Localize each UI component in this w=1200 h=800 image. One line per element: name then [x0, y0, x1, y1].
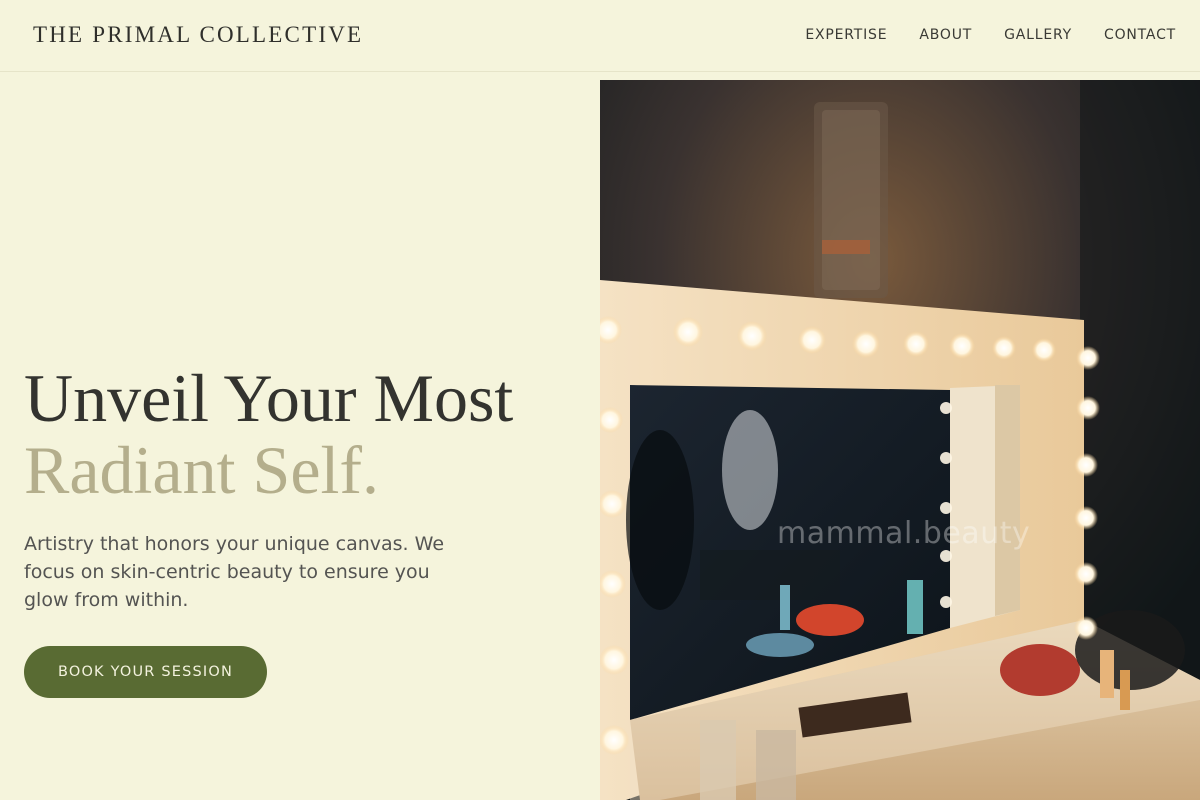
book-session-button[interactable]: BOOK YOUR SESSION [24, 646, 267, 698]
nav-contact[interactable]: CONTACT [1104, 27, 1176, 43]
nav-expertise[interactable]: EXPERTISE [805, 27, 887, 43]
nav-gallery[interactable]: GALLERY [1004, 27, 1072, 43]
hero-description: Artistry that honors your unique canvas.… [24, 533, 445, 611]
hero-photo: mammal.beauty [600, 80, 1200, 800]
brand-logo[interactable]: THE PRIMAL COLLECTIVE [33, 22, 363, 48]
photo-watermark: mammal.beauty [777, 516, 1031, 551]
site-header: THE PRIMAL COLLECTIVE EXPERTISE ABOUT GA… [0, 0, 1200, 72]
vanity-mirror-illustration [600, 80, 1200, 800]
nav-about[interactable]: ABOUT [919, 27, 972, 43]
hero-title-line2: Radiant Self. [24, 432, 380, 508]
main-nav: EXPERTISE ABOUT GALLERY CONTACT [805, 27, 1176, 43]
hero-title-line1: Unveil Your Most [24, 360, 514, 436]
hero-title: Unveil Your Most Radiant Self. [24, 362, 513, 506]
